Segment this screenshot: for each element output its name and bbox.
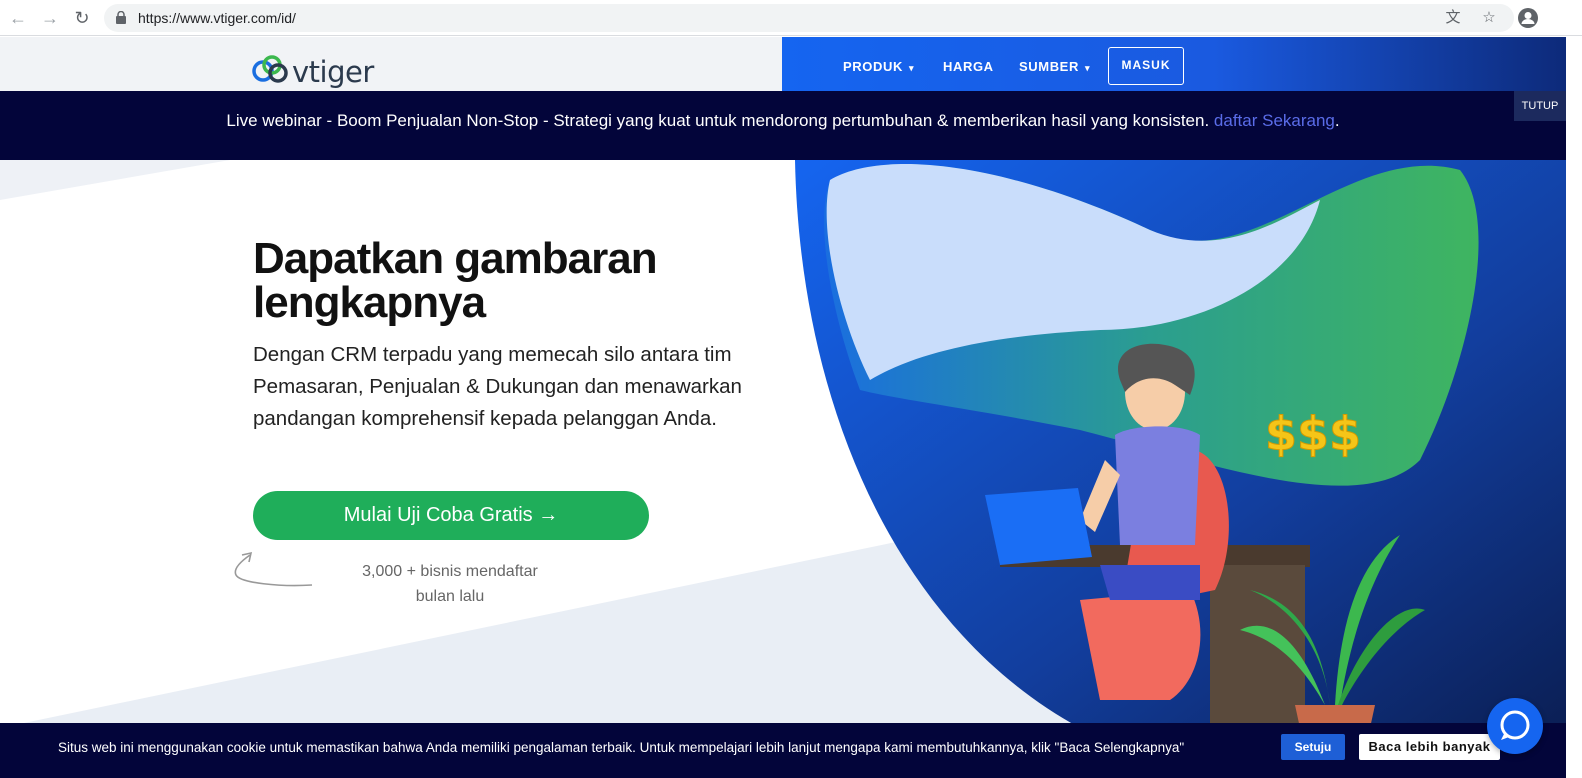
chat-icon — [1500, 710, 1530, 740]
nav-harga-label: HARGA — [943, 59, 994, 74]
close-banner-button[interactable]: TUTUP — [1514, 91, 1566, 121]
nav-harga[interactable]: HARGA — [943, 59, 994, 74]
reload-icon[interactable]: ↻ — [72, 8, 92, 28]
nav-sumber-label: SUMBER — [1019, 59, 1079, 74]
cookie-text: Situs web ini menggunakan cookie untuk m… — [58, 740, 1185, 755]
hero-title-line1: Dapatkan gambaran — [253, 234, 658, 283]
browser-toolbar: ← → ↻ https://www.vtiger.com/id/ 文 ☆ — [0, 0, 1582, 36]
hero-description: Dengan CRM terpadu yang memecah silo ant… — [253, 343, 742, 430]
dollar-signs: $$$ — [1265, 407, 1361, 461]
chat-button[interactable] — [1487, 698, 1543, 754]
chevron-down-icon: ▾ — [1084, 63, 1091, 73]
forward-icon[interactable]: → — [40, 8, 60, 28]
webinar-period: . — [1334, 111, 1340, 130]
hero-illustration: $$$ — [795, 160, 1566, 728]
webinar-message: Live webinar - Boom Penjualan Non-Stop -… — [226, 111, 1210, 130]
vtiger-logo[interactable]: vtiger — [250, 53, 374, 89]
free-trial-button[interactable]: Mulai Uji Coba Gratis → — [253, 491, 649, 540]
cookie-banner: Situs web ini menggunakan cookie untuk m… — [0, 723, 1566, 778]
webinar-text: Live webinar - Boom Penjualan Non-Stop -… — [0, 111, 1566, 131]
star-icon[interactable]: ☆ — [1480, 9, 1498, 27]
chevron-down-icon: ▾ — [908, 63, 915, 73]
web-page: $$$ vtiger PRODUK ▾ HARGA SUMBER ▾ MASUK L… — [0, 37, 1566, 778]
login-button[interactable]: MASUK — [1108, 47, 1184, 85]
webinar-banner: Live webinar - Boom Penjualan Non-Stop -… — [0, 91, 1566, 160]
hero-title-line2: lengkapnya — [253, 278, 486, 327]
lock-icon — [116, 11, 126, 24]
curved-arrow-icon — [234, 551, 313, 587]
register-link[interactable]: daftar Sekarang — [1214, 111, 1335, 130]
header-left — [0, 37, 784, 91]
translate-icon[interactable]: 文 — [1444, 9, 1462, 27]
profile-icon[interactable] — [1518, 8, 1538, 28]
logo-text: vtiger — [292, 55, 374, 89]
accept-cookies-button[interactable]: Setuju — [1281, 734, 1345, 760]
signup-note-line1: 3,000 + bisnis mendaftar — [362, 563, 538, 580]
nav-sumber[interactable]: SUMBER ▾ — [1019, 59, 1090, 74]
signup-note: 3,000 + bisnis mendaftar bulan lalu — [330, 559, 570, 609]
signup-note-line2: bulan lalu — [415, 588, 485, 605]
nav-produk[interactable]: PRODUK ▾ — [843, 59, 914, 74]
url-text[interactable]: https://www.vtiger.com/id/ — [138, 10, 296, 26]
address-bar[interactable]: https://www.vtiger.com/id/ 文 ☆ — [104, 4, 1514, 32]
nav-produk-label: PRODUK — [843, 59, 903, 74]
logo-icon — [252, 55, 288, 83]
back-icon[interactable]: ← — [8, 8, 28, 28]
read-more-button[interactable]: Baca lebih banyak — [1359, 734, 1500, 760]
hero-title: Dapatkan gambaran lengkapnya — [253, 234, 658, 327]
